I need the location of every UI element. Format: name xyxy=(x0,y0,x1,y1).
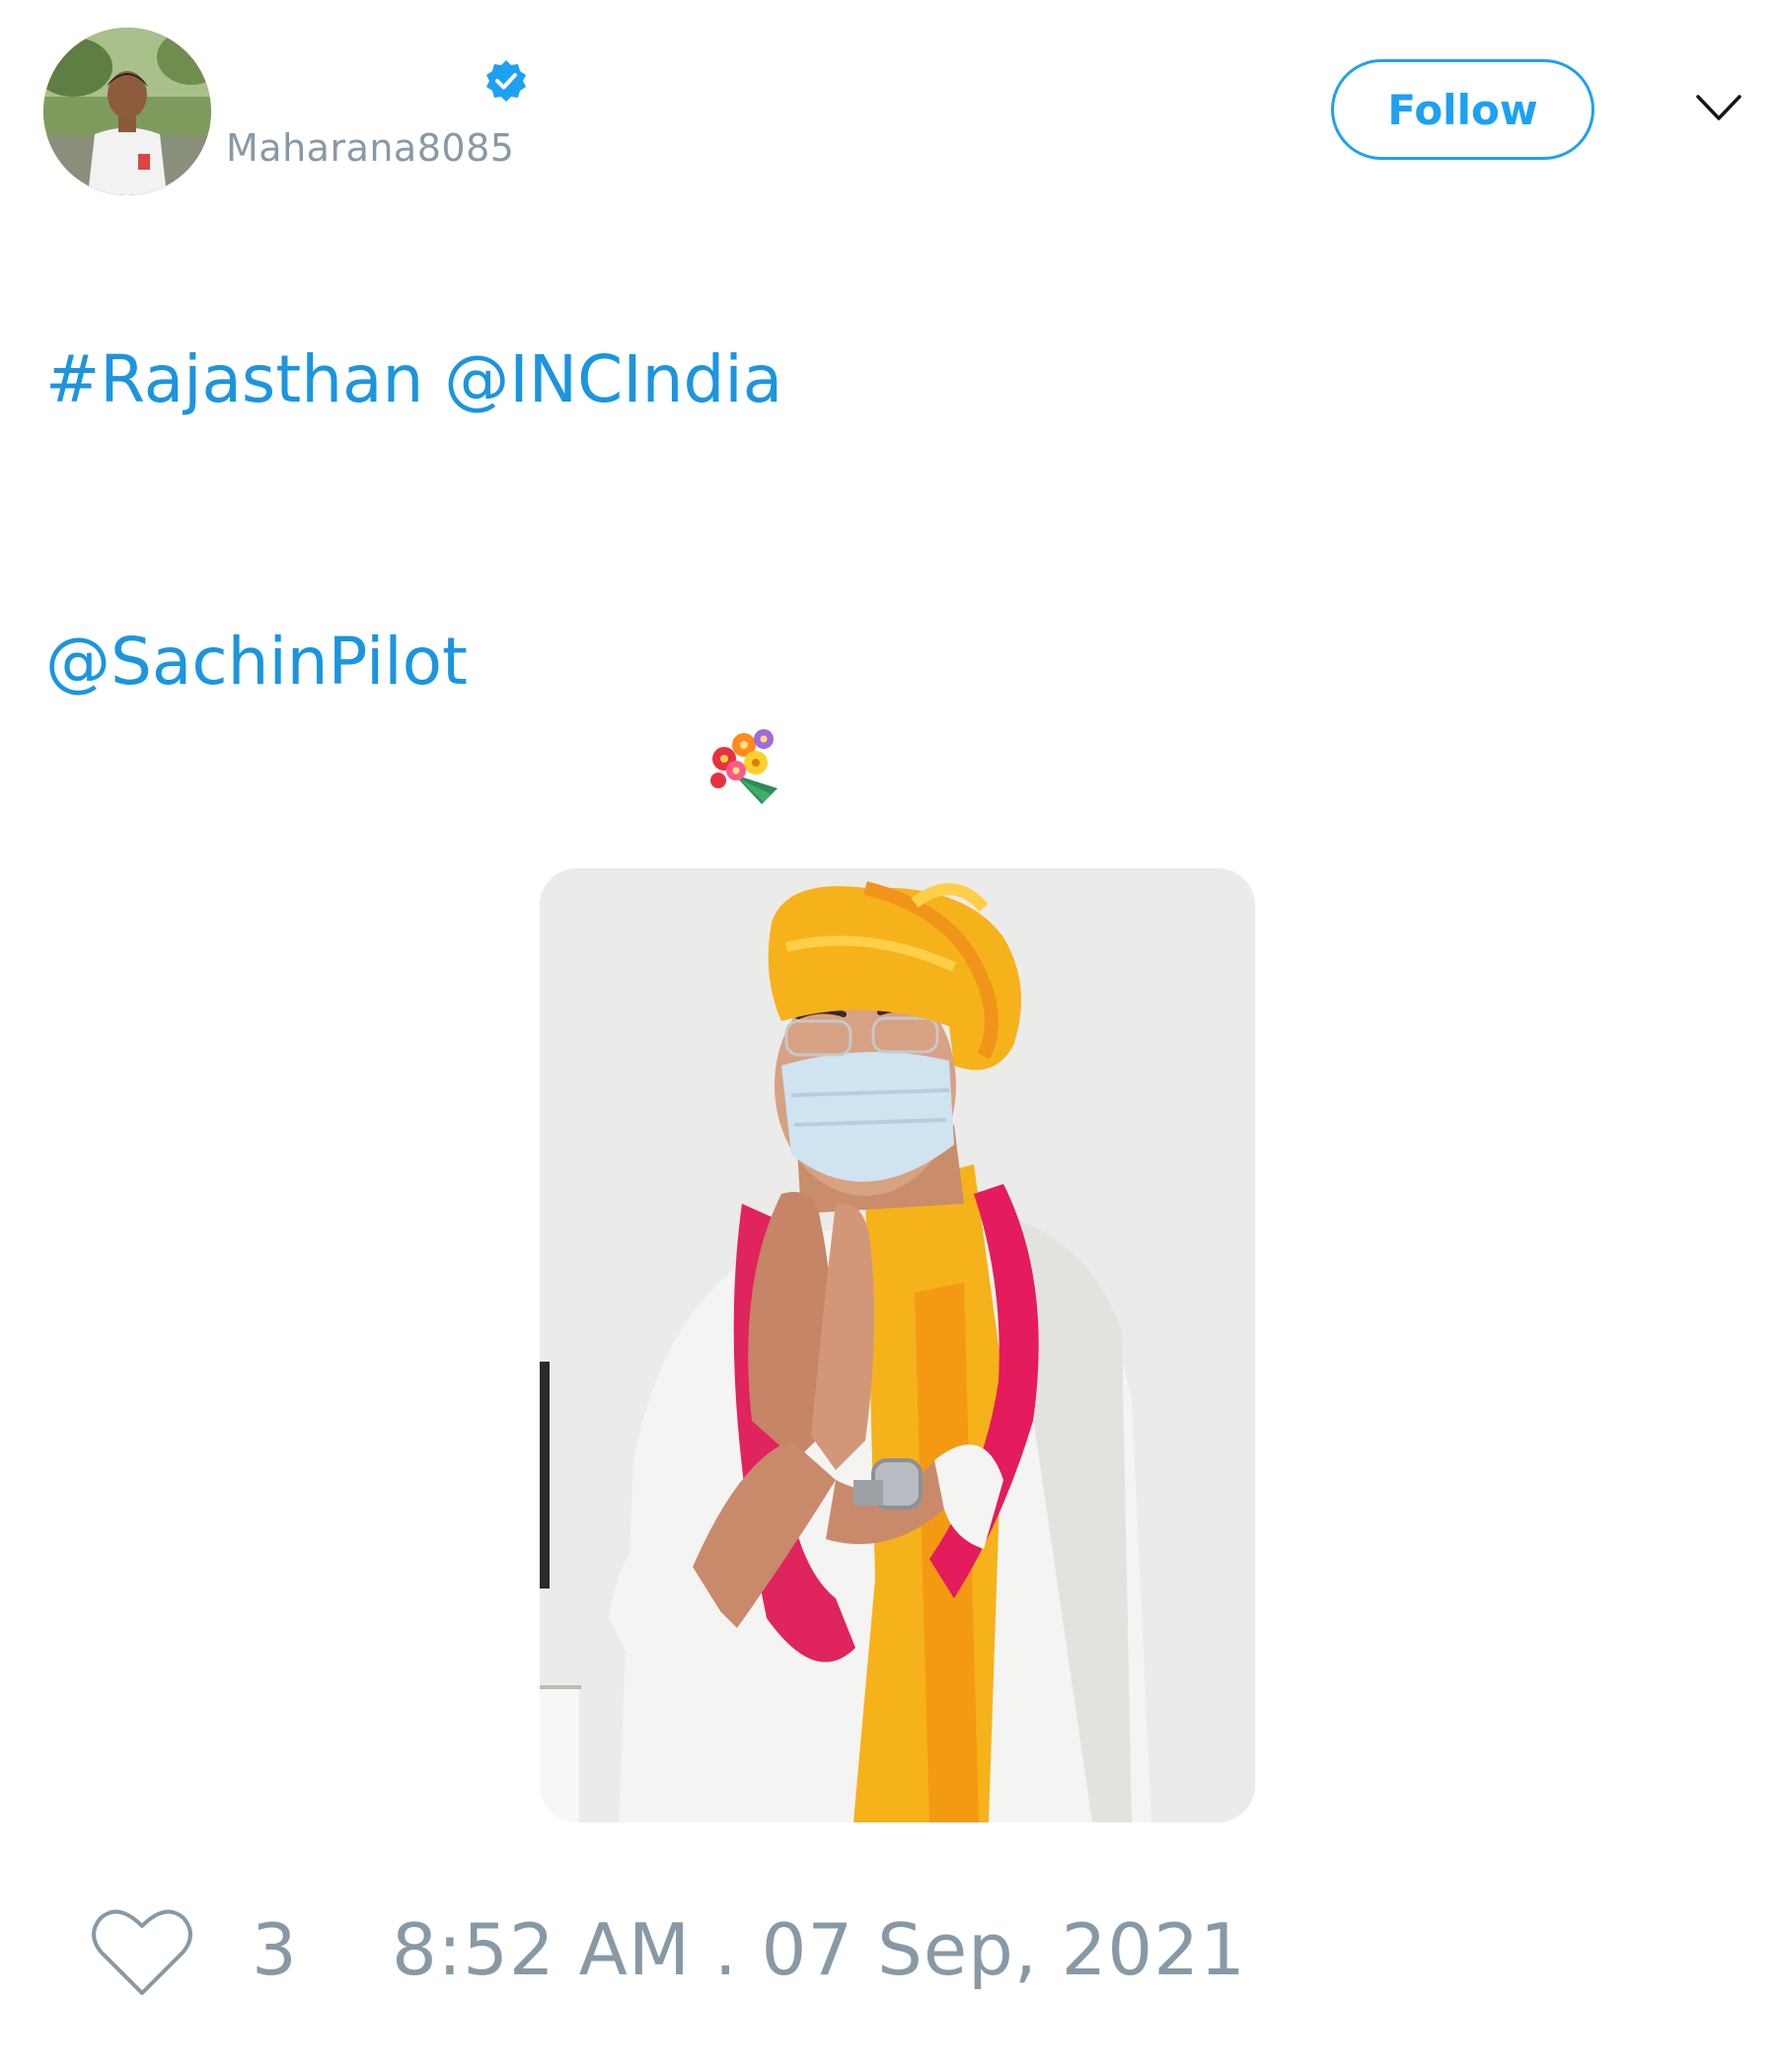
avatar[interactable] xyxy=(43,28,211,195)
like-count: 3 xyxy=(252,1908,297,1991)
tweet-photo[interactable] xyxy=(540,868,1255,1822)
mention-link-sachinpilot[interactable]: @SachinPilot xyxy=(45,624,468,700)
hashtag-link[interactable]: #Rajasthan xyxy=(45,341,423,417)
tweet-text-line-1: #Rajasthan @INCIndia xyxy=(45,347,782,412)
bouquet-emoji-icon xyxy=(710,729,777,804)
verified-badge-icon xyxy=(486,60,526,102)
chevron-down-icon[interactable] xyxy=(1694,89,1743,128)
follow-button[interactable]: Follow xyxy=(1331,59,1594,160)
mention-link-incindia[interactable]: @INCIndia xyxy=(444,341,782,417)
author-handle[interactable]: Maharana8085 xyxy=(226,126,514,170)
heart-icon[interactable] xyxy=(89,1904,195,1999)
tweet-text-line-2: @SachinPilot xyxy=(45,629,468,695)
tweet-timestamp[interactable]: 8:52 AM . 07 Sep, 2021 xyxy=(392,1914,1246,1985)
